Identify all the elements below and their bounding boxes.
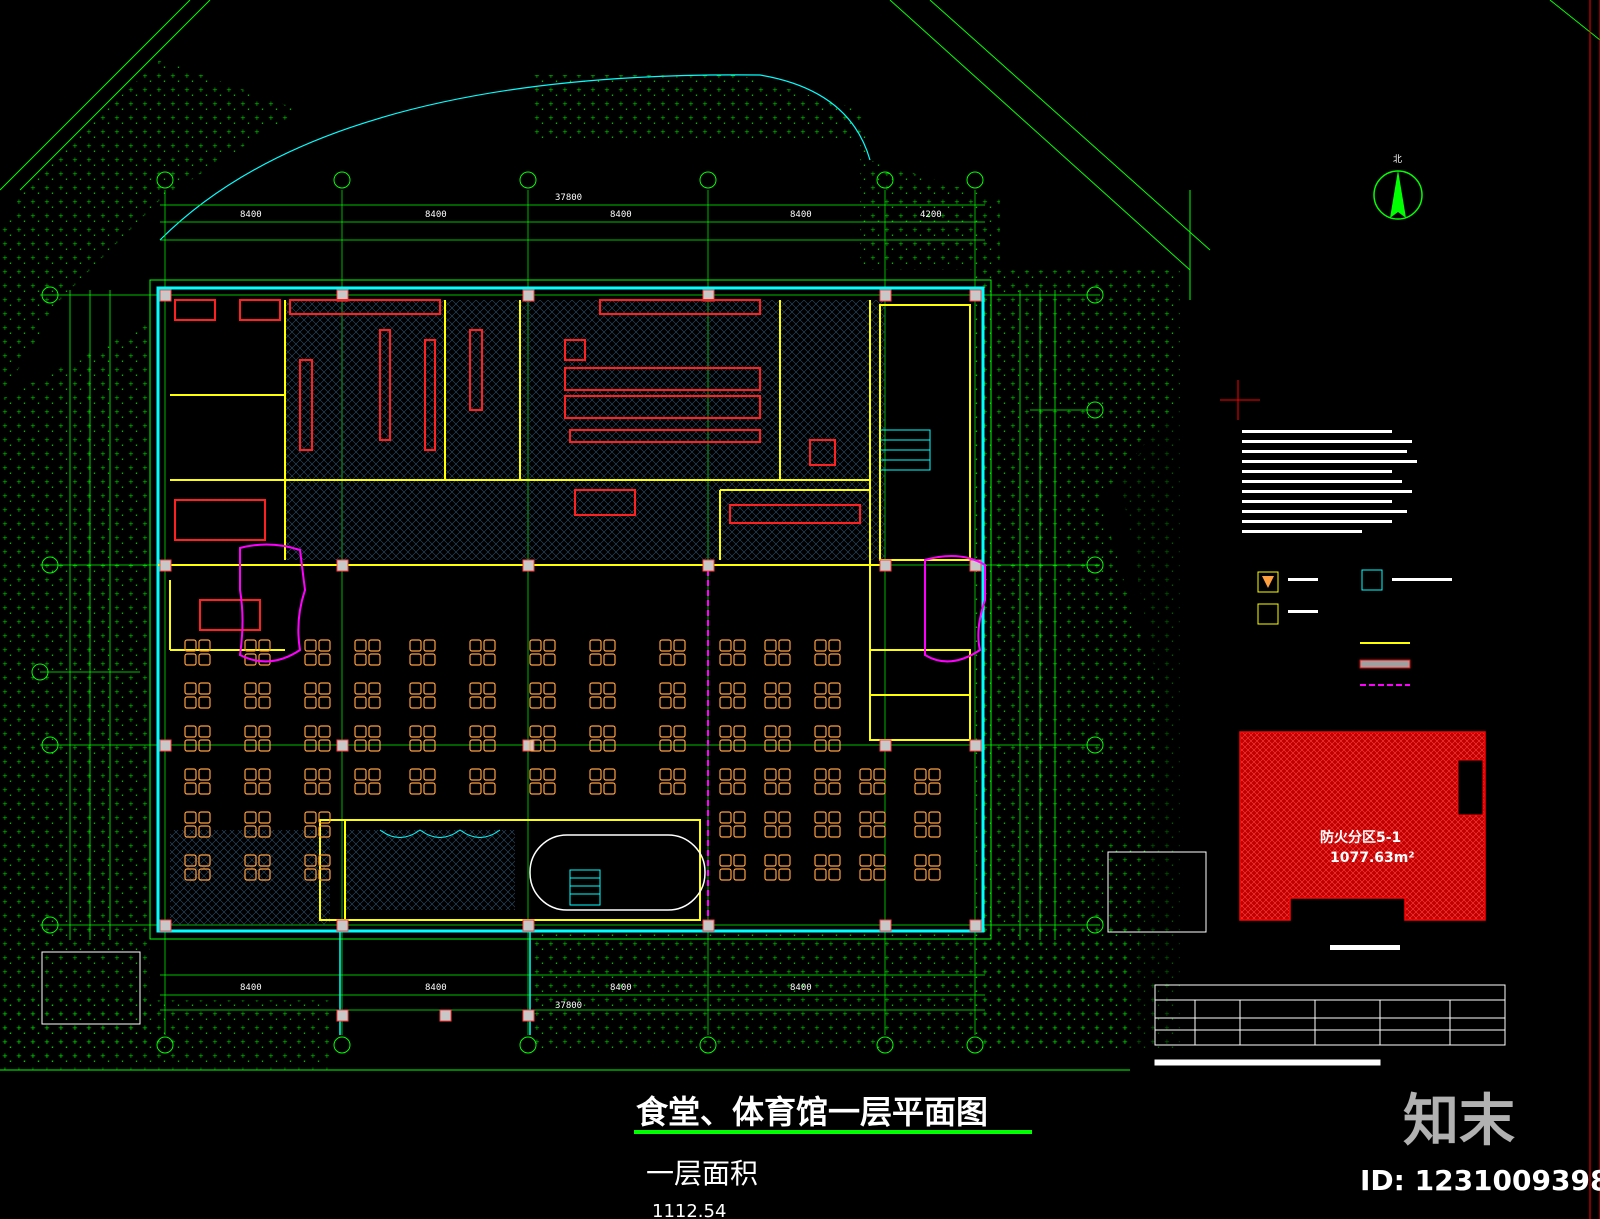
svg-text:8400: 8400 xyxy=(610,210,632,220)
svg-text:8400: 8400 xyxy=(610,983,632,993)
svg-text:4200: 4200 xyxy=(920,210,942,220)
svg-text:8400: 8400 xyxy=(425,983,447,993)
svg-text:8400: 8400 xyxy=(425,210,447,220)
svg-text:37800: 37800 xyxy=(555,193,582,203)
north-label: 北 xyxy=(1393,154,1402,165)
highlight-zones xyxy=(238,543,986,663)
north-arrow-icon: 北 xyxy=(1373,154,1423,220)
title-block-table xyxy=(1154,984,1506,1066)
legend xyxy=(1257,569,1452,686)
fire-compartment-diagram: 防火分区5-1 1077.63m² xyxy=(1239,731,1486,950)
watermark-id: ID: 1231009398 xyxy=(1360,1164,1600,1197)
svg-text:8400: 8400 xyxy=(240,983,262,993)
floor-area-label: 一层面积 xyxy=(646,1157,758,1190)
svg-text:8400: 8400 xyxy=(240,210,262,220)
fire-zone-area: 1077.63m² xyxy=(1330,850,1415,866)
design-notes xyxy=(1220,380,1417,533)
svg-text:37800: 37800 xyxy=(555,1001,582,1011)
svg-text:8400: 8400 xyxy=(790,983,812,993)
fire-zone-name: 防火分区5-1 xyxy=(1320,829,1401,846)
floor-area-value: 1112.54 xyxy=(652,1201,726,1219)
drawing-title: 食堂、体育馆一层平面图 xyxy=(636,1093,988,1131)
svg-text:8400: 8400 xyxy=(790,210,812,220)
floor-hatch xyxy=(170,300,885,925)
watermark-brand: 知末 xyxy=(1403,1089,1515,1154)
title-underline xyxy=(634,1130,1032,1134)
floor-plan-drawing: + • xyxy=(0,0,1600,1219)
